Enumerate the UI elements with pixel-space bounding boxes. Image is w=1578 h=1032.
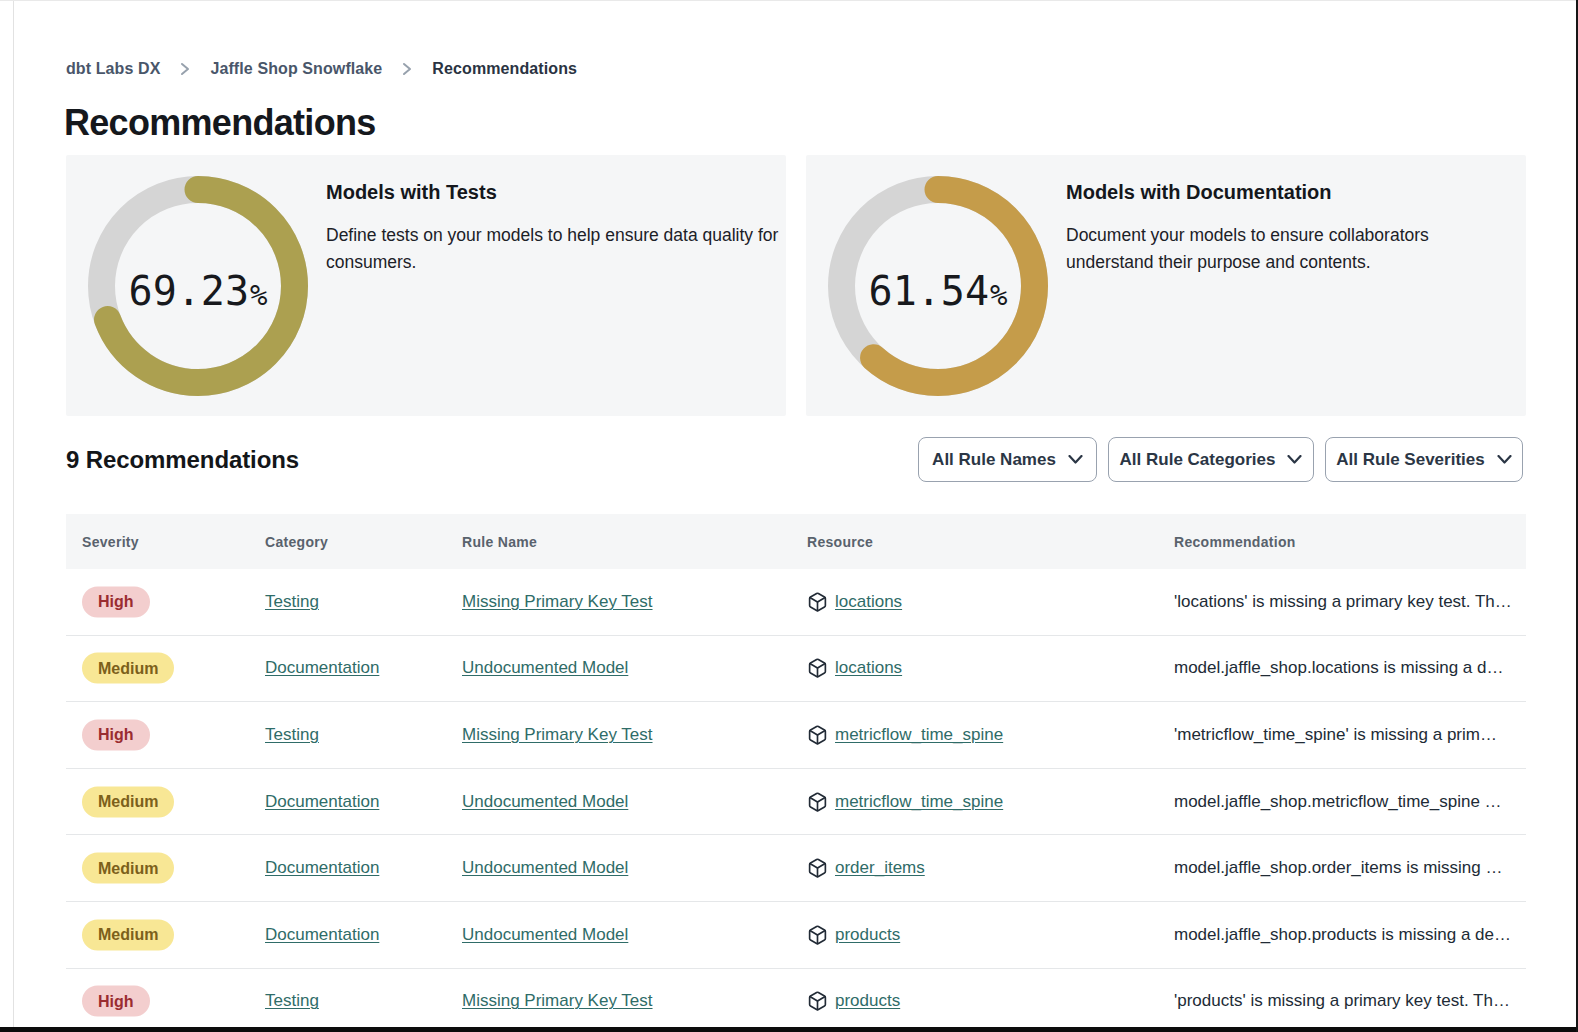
- table-row: Medium Documentation Undocumented Model loc…: [66, 636, 1526, 703]
- filter-label: All Rule Names: [932, 450, 1056, 470]
- table-row: High Testing Missing Primary Key Test produ…: [66, 969, 1526, 1032]
- recommendation-text: model.jaffle_shop.order_items is missing…: [1174, 858, 1526, 878]
- resource-link[interactable]: products: [835, 991, 900, 1011]
- table-header: Severity Category Rule Name Resource Rec…: [66, 514, 1526, 569]
- recommendation-text: model.jaffle_shop.metricflow_time_spine …: [1174, 792, 1526, 812]
- table-row: High Testing Missing Primary Key Test metri…: [66, 702, 1526, 769]
- filter-label: All Rule Categories: [1120, 450, 1276, 470]
- column-header-category: Category: [265, 534, 328, 550]
- recommendation-text: model.jaffle_shop.locations is missing a…: [1174, 658, 1526, 678]
- rule-name-link[interactable]: Missing Primary Key Test: [462, 725, 653, 744]
- card-title: Models with Tests: [326, 181, 497, 204]
- chevron-down-icon: [1497, 455, 1512, 464]
- table-row: Medium Documentation Undocumented Model pro…: [66, 902, 1526, 969]
- filter-label: All Rule Severities: [1336, 450, 1484, 470]
- recommendations-count-heading: 9 Recommendations: [66, 446, 299, 474]
- donut-chart-documentation: 61.54%: [828, 176, 1048, 396]
- category-link[interactable]: Documentation: [265, 858, 379, 877]
- severity-badge: High: [82, 986, 150, 1017]
- breadcrumb-project[interactable]: dbt Labs DX: [66, 60, 160, 78]
- column-header-severity: Severity: [82, 534, 139, 550]
- metric-card-models-with-tests: 69.23% Models with Tests Define tests on…: [66, 155, 786, 416]
- resource-link[interactable]: metricflow_time_spine: [835, 792, 1003, 812]
- window-bottom-edge: [0, 1027, 1578, 1032]
- table-row: High Testing Missing Primary Key Test locat…: [66, 569, 1526, 636]
- chevron-down-icon: [1287, 455, 1302, 464]
- severity-badge: Medium: [82, 853, 174, 884]
- severity-badge: High: [82, 719, 150, 750]
- donut-unit: %: [250, 278, 267, 312]
- table-row: Medium Documentation Undocumented Model met…: [66, 769, 1526, 836]
- donut-percentage-label: 61.54%: [828, 271, 1048, 311]
- donut-unit: %: [990, 278, 1007, 312]
- table-body: High Testing Missing Primary Key Test locat…: [66, 569, 1526, 1032]
- rule-name-link[interactable]: Undocumented Model: [462, 858, 628, 877]
- resource-link[interactable]: locations: [835, 658, 902, 678]
- model-cube-icon: [807, 791, 828, 813]
- resource-link[interactable]: order_items: [835, 858, 925, 878]
- recommendations-table: Severity Category Rule Name Resource Rec…: [66, 514, 1526, 1032]
- category-link[interactable]: Testing: [265, 991, 319, 1010]
- rule-name-link[interactable]: Missing Primary Key Test: [462, 991, 653, 1010]
- model-cube-icon: [807, 724, 828, 746]
- column-header-rule-name: Rule Name: [462, 534, 537, 550]
- rule-name-link[interactable]: Undocumented Model: [462, 925, 628, 944]
- severity-badge: High: [82, 586, 150, 617]
- recommendation-text: 'metricflow_time_spine' is missing a pri…: [1174, 725, 1526, 745]
- severity-badge: Medium: [82, 786, 174, 817]
- donut-value: 69.23: [129, 268, 249, 314]
- column-header-recommendation: Recommendation: [1174, 534, 1296, 550]
- chevron-right-icon: [401, 62, 413, 76]
- rule-name-link[interactable]: Undocumented Model: [462, 792, 628, 811]
- category-link[interactable]: Documentation: [265, 658, 379, 677]
- model-cube-icon: [807, 990, 828, 1012]
- model-cube-icon: [807, 857, 828, 879]
- severity-badge: Medium: [82, 919, 174, 950]
- column-header-resource: Resource: [807, 534, 873, 550]
- chevron-down-icon: [1068, 455, 1083, 464]
- model-cube-icon: [807, 657, 828, 679]
- category-link[interactable]: Documentation: [265, 792, 379, 811]
- table-row: Medium Documentation Undocumented Model ord…: [66, 835, 1526, 902]
- recommendation-text: 'locations' is missing a primary key tes…: [1174, 592, 1526, 612]
- donut-value: 61.54: [869, 268, 989, 314]
- resource-link[interactable]: metricflow_time_spine: [835, 725, 1003, 745]
- donut-chart-tests: 69.23%: [88, 176, 308, 396]
- resource-link[interactable]: products: [835, 925, 900, 945]
- model-cube-icon: [807, 591, 828, 613]
- category-link[interactable]: Testing: [265, 725, 319, 744]
- recommendation-text: 'products' is missing a primary key test…: [1174, 991, 1526, 1011]
- filter-rule-categories-dropdown[interactable]: All Rule Categories: [1108, 437, 1314, 482]
- category-link[interactable]: Testing: [265, 592, 319, 611]
- card-title: Models with Documentation: [1066, 181, 1332, 204]
- card-description: Document your models to ensure collabora…: [1066, 222, 1456, 275]
- breadcrumb-current-page: Recommendations: [432, 60, 577, 78]
- model-cube-icon: [807, 924, 828, 946]
- filter-rule-names-dropdown[interactable]: All Rule Names: [918, 437, 1097, 482]
- severity-badge: Medium: [82, 653, 174, 684]
- breadcrumb: dbt Labs DX Jaffle Shop Snowflake Recomm…: [66, 60, 577, 78]
- filter-rule-severities-dropdown[interactable]: All Rule Severities: [1325, 437, 1523, 482]
- recommendation-text: model.jaffle_shop.products is missing a …: [1174, 925, 1526, 945]
- category-link[interactable]: Documentation: [265, 925, 379, 944]
- chevron-right-icon: [179, 62, 191, 76]
- breadcrumb-environment[interactable]: Jaffle Shop Snowflake: [210, 60, 382, 78]
- donut-percentage-label: 69.23%: [88, 271, 308, 311]
- left-divider: [13, 1, 14, 1027]
- metric-card-models-with-documentation: 61.54% Models with Documentation Documen…: [806, 155, 1526, 416]
- rule-name-link[interactable]: Missing Primary Key Test: [462, 592, 653, 611]
- rule-name-link[interactable]: Undocumented Model: [462, 658, 628, 677]
- window-top-hairline: [0, 0, 1578, 1]
- page-title: Recommendations: [64, 102, 376, 144]
- resource-link[interactable]: locations: [835, 592, 902, 612]
- card-description: Define tests on your models to help ensu…: [326, 222, 786, 275]
